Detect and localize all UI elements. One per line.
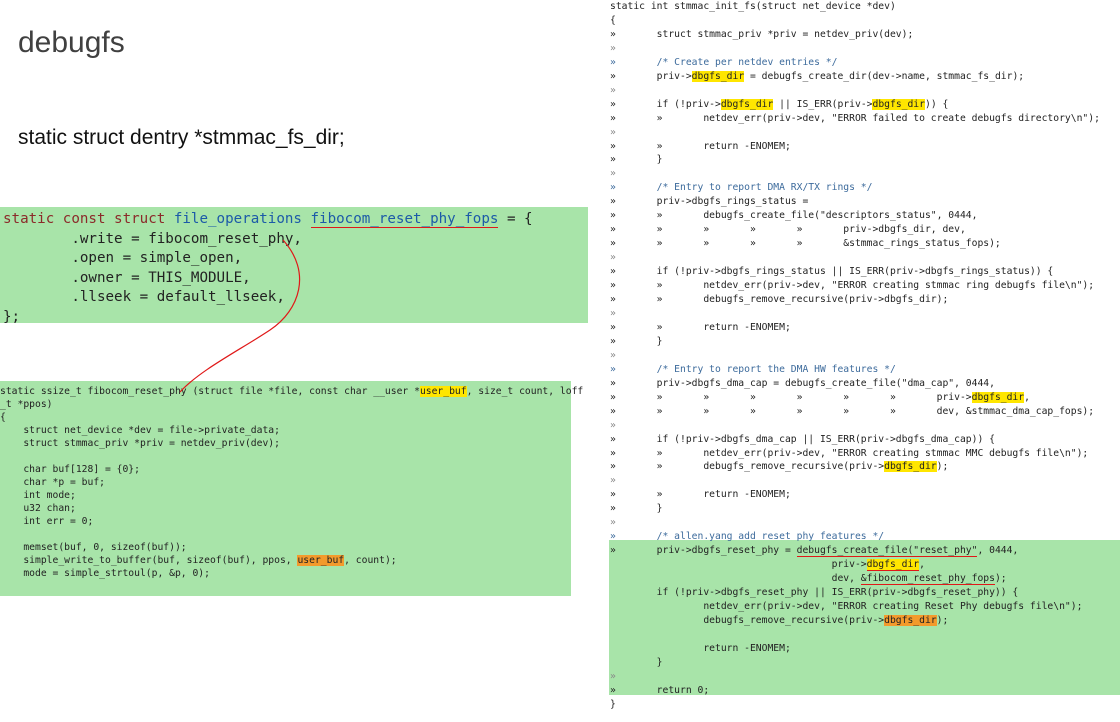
fops-code-block: static const struct file_operations fibo… bbox=[0, 207, 588, 325]
create-file-underline: debugfs_create_file("reset_phy" bbox=[796, 545, 978, 558]
fops-ref-underline: &fibocom_reset_phy_fops bbox=[860, 573, 995, 586]
reset-phy-code: static ssize_t fibocom_reset_phy (struct… bbox=[0, 386, 584, 579]
user-buf-highlight: user_buf bbox=[419, 386, 467, 397]
static-declaration: static struct dentry *stmmac_fs_dir; bbox=[18, 126, 345, 149]
slide-title: debugfs bbox=[18, 26, 125, 59]
user-buf-highlight-orange: user_buf bbox=[297, 555, 345, 566]
reset-phy-function-block: static ssize_t fibocom_reset_phy (struct… bbox=[0, 381, 584, 596]
stmmac-init-fs-code-panel: static int stmmac_init_fs(struct net_dev… bbox=[609, 0, 1120, 722]
fops-code: static const struct file_operations fibo… bbox=[3, 211, 533, 325]
fops-name-underlined: fibocom_reset_phy_fops bbox=[310, 211, 499, 228]
stmmac-init-fs-code: static int stmmac_init_fs(struct net_dev… bbox=[610, 1, 1100, 710]
